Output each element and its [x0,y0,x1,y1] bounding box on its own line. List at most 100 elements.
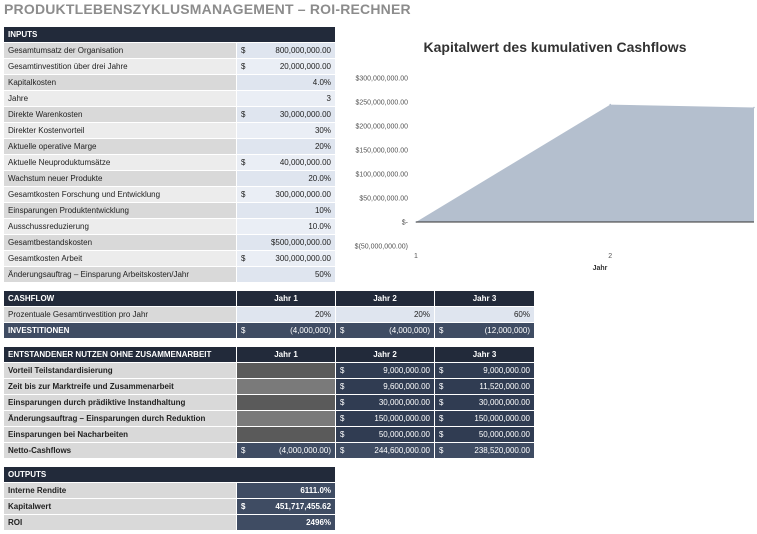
benefit-value: 9,600,000.00 [383,382,430,391]
benefit-value: 9,000,000.00 [383,366,430,375]
input-value-cell: $40,000,000.00 [236,154,336,171]
benefit-row: Zeit bis zur Marktreife und Zusammenarbe… [3,378,535,395]
input-value-cell: 20.0% [236,170,336,187]
input-value-cell: 50% [236,266,336,283]
output-value: 2496% [306,518,332,527]
net-cashflow-label: Netto-Cashflows [3,442,237,459]
input-label: Änderungsauftrag – Einsparung Arbeitskos… [3,266,237,283]
y-tick-label: $- [402,220,409,227]
input-value: 10% [314,206,331,215]
input-value-cell: 10% [236,202,336,219]
x-tick-label: 1 [414,253,418,260]
benefit-value: 150,000,000.00 [374,414,430,423]
benefit-row: Einsparungen durch prädiktive Instandhal… [3,394,535,411]
input-value-cell: $800,000,000.00 [236,42,336,59]
pct-year-3: 60% [434,306,535,323]
investments-label: INVESTITIONEN [3,322,237,339]
benefit-value: 9,000,000.00 [483,366,530,375]
inputs-table: INPUTS Gesamtumsatz der Organisation $800… [3,26,336,283]
pct-year-1: 20% [236,306,336,323]
net-cashflow-year-3: $238,520,000.00 [434,442,535,459]
input-value: 4.0% [312,78,331,87]
investment-year-1: $ (4,000,000) [236,322,336,339]
input-row: Direkter Kostenvorteil 30% [3,122,336,139]
benefit-year-2: $50,000,000.00 [335,426,435,443]
input-label: Gesamtumsatz der Organisation [3,42,237,59]
net-cashflow-value: 244,600,000.00 [374,446,430,455]
output-row: Interne Rendite 6111.0% [3,482,337,499]
y-tick-label: $(50,000,000.00) [355,244,408,251]
input-value: 800,000,000.00 [275,46,331,55]
input-label: Gesamtinvestition über drei Jahre [3,58,237,75]
cashflow-chart: $(50,000,000.00) $- $50,000,000.00 $100,000… [355,76,755,272]
currency-symbol: $ [241,254,246,263]
benefit-value: 150,000,000.00 [474,414,530,423]
input-value-cell: $300,000,000.00 [236,250,336,267]
input-label: Kapitalkosten [3,74,237,91]
input-row: Änderungsauftrag – Einsparung Arbeitskos… [3,266,336,283]
benefit-year-2: $30,000,000.00 [335,394,435,411]
input-value: 20.0% [308,174,331,183]
input-label: Aktuelle Neuproduktumsätze [3,154,237,171]
input-label: Wachstum neuer Produkte [3,170,237,187]
net-cashflow-year-2: $244,600,000.00 [335,442,435,459]
input-row: Ausschussreduzierung 10.0% [3,218,336,235]
input-row: Gesamtinvestition über drei Jahre $20,000… [3,58,336,75]
input-label: Jahre [3,90,237,107]
currency-symbol: $ [241,158,246,167]
investment-year-2: $ (4,000,000) [335,322,435,339]
benefit-value: 30,000,000.00 [478,398,530,407]
currency-symbol: $ [241,110,246,119]
input-value: 50% [314,270,331,279]
input-row: Aktuelle Neuproduktumsätze $40,000,000.00 [3,154,336,171]
benefit-label: Vorteil Teilstandardisierung [3,362,237,379]
benefits-year-3: Jahr 3 [434,346,535,363]
benefit-label: Einsparungen durch prädiktive Instandhal… [3,394,237,411]
input-value-cell: 30% [236,122,336,139]
input-value: 30,000,000.00 [279,110,331,119]
cashflow-table: CASHFLOW Jahr 1 Jahr 2 Jahr 3 Prozentual… [3,290,535,339]
output-row: ROI 2496% [3,514,337,531]
input-row: Gesamtkosten Forschung und Entwicklung $3… [3,186,336,203]
input-value: 20% [314,142,331,151]
input-value-cell: 3 [236,90,336,107]
input-value: 300,000,000.00 [275,254,331,263]
outputs-table: OUTPUTS Interne Rendite 6111.0% Kapitalwer… [2,466,337,531]
currency-symbol: $ [241,46,246,55]
output-value: 6111.0% [300,486,332,495]
benefit-label: Einsparungen bei Nacharbeiten [3,426,237,443]
input-value-cell: 10.0% [236,218,336,235]
outputs-header: OUTPUTS [2,466,337,483]
input-value-cell: $300,000,000.00 [236,186,336,203]
benefit-year-2: $9,000,000.00 [335,362,435,379]
input-value: 300,000,000.00 [275,190,331,199]
input-label: Gesamtbestandskosten [3,234,237,251]
output-value-cell: 6111.0% [235,482,337,499]
y-tick-label: $200,000,000.00 [355,124,408,131]
input-value-cell: $500,000,000.00 [236,234,336,251]
input-row: Gesamtumsatz der Organisation $800,000,00… [3,42,336,59]
benefit-row: Vorteil Teilstandardisierung $9,000,000.0… [3,362,535,379]
y-tick-label: $150,000,000.00 [355,148,408,155]
benefit-value: 11,520,000.00 [479,382,530,391]
input-row: Aktuelle operative Marge 20% [3,138,336,155]
y-tick-label: $250,000,000.00 [355,100,408,107]
net-cashflow-row: Netto-Cashflows $ (4,000,000.00) $244,600,0… [3,442,535,459]
benefit-year-3: $50,000,000.00 [434,426,535,443]
benefit-year-2: $9,600,000.00 [335,378,435,395]
input-value-cell: 20% [236,138,336,155]
benefit-year-3: $11,520,000.00 [434,378,535,395]
input-label: Gesamtkosten Arbeit [3,250,237,267]
input-label: Direkte Warenkosten [3,106,237,123]
inputs-header: INPUTS [3,26,336,43]
input-label: Ausschussreduzierung [3,218,237,235]
output-label: Interne Rendite [3,482,237,499]
input-row: Gesamtbestandskosten $500,000,000.00 [3,234,336,251]
input-value-cell: $20,000,000.00 [236,58,336,75]
currency-symbol: $ [241,502,246,511]
output-value-cell: 2496% [235,514,337,531]
input-value-cell: 4.0% [236,74,336,91]
benefit-year-1 [236,410,336,427]
benefit-year-1 [236,426,336,443]
benefit-year-3: $9,000,000.00 [434,362,535,379]
